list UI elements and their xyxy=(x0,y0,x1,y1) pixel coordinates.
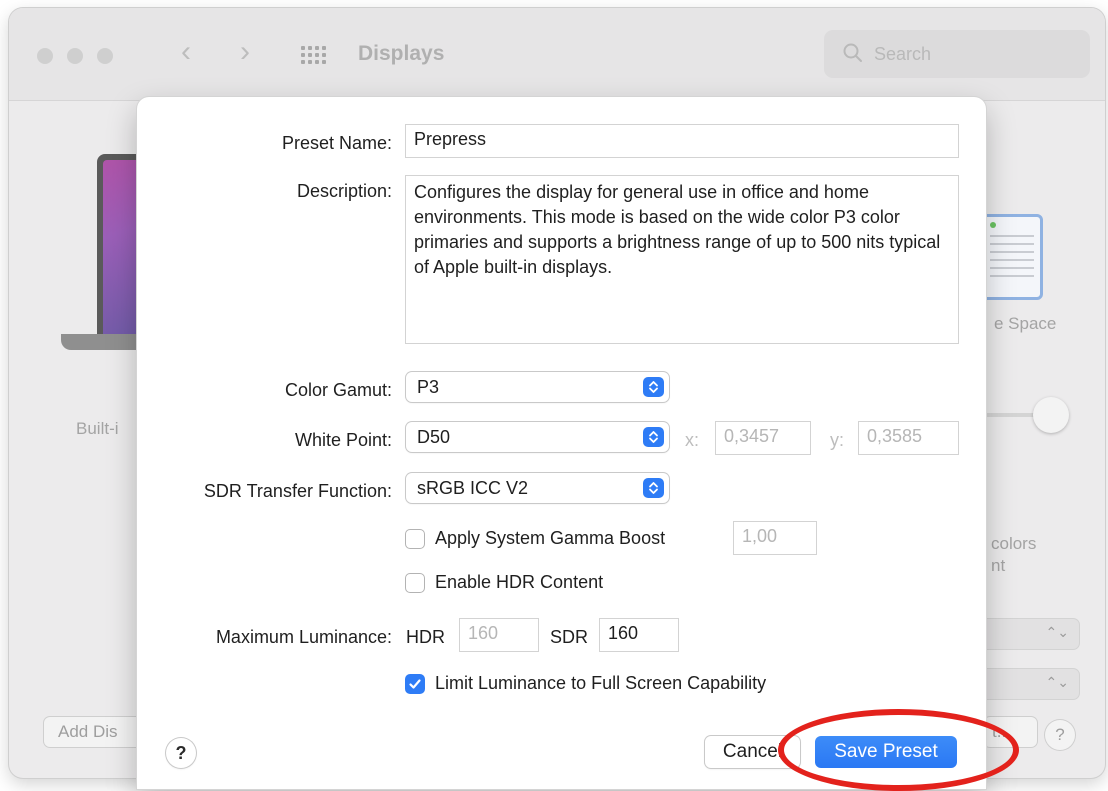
white-point-x-label: x: xyxy=(685,430,700,450)
color-gamut-value: P3 xyxy=(417,377,440,397)
search-placeholder: Search xyxy=(874,44,932,64)
hdr-label: HDR xyxy=(406,627,445,647)
color-gamut-label: Color Gamut: xyxy=(284,380,392,400)
white-point-value: D50 xyxy=(417,427,451,447)
slider-knob[interactable] xyxy=(1033,397,1069,433)
help-button[interactable]: ? xyxy=(166,738,196,768)
gamma-boost-checkbox[interactable] xyxy=(405,529,425,549)
show-all-grid-icon[interactable] xyxy=(301,46,327,64)
white-point-y-field[interactable]: 0,3585 xyxy=(859,422,958,454)
close-window-button[interactable] xyxy=(37,48,53,64)
background-help-button[interactable]: ? xyxy=(1045,720,1075,750)
max-luminance-label: Maximum Luminance: xyxy=(215,627,392,647)
back-arrow-icon[interactable]: ‹ xyxy=(181,37,191,67)
colors-label: colors xyxy=(991,534,1037,553)
space-thumbnail[interactable] xyxy=(981,214,1043,300)
sdr-transfer-label: SDR Transfer Function: xyxy=(203,481,392,501)
chevron-updown-icon: ⌃⌄ xyxy=(1045,674,1069,690)
white-point-label: White Point: xyxy=(294,430,392,450)
white-point-select[interactable]: D50 xyxy=(406,422,669,452)
chevron-updown-icon: ⌃⌄ xyxy=(1045,624,1069,640)
description-field[interactable]: Configures the display for general use i… xyxy=(406,176,958,343)
chevron-updown-icon xyxy=(643,478,664,498)
sdr-luminance-field[interactable]: 160 xyxy=(600,619,678,651)
search-icon xyxy=(843,43,862,62)
white-point-y-label: y: xyxy=(830,430,845,450)
hdr-luminance-field[interactable]: 160 xyxy=(460,619,538,651)
chevron-updown-icon xyxy=(643,427,664,447)
preset-sheet: Preset Name: Prepress Description: Confi… xyxy=(137,97,986,789)
nt-label: nt xyxy=(991,556,1006,575)
hdr-content-label: Enable HDR Content xyxy=(435,572,604,592)
hdr-content-checkbox[interactable] xyxy=(405,573,425,593)
forward-arrow-icon[interactable]: › xyxy=(240,37,250,67)
add-display-label: Add Dis xyxy=(58,722,118,741)
zoom-window-button[interactable] xyxy=(97,48,113,64)
sdr-label: SDR xyxy=(550,627,589,647)
sdr-transfer-value: sRGB ICC V2 xyxy=(417,478,529,498)
limit-luminance-checkbox[interactable] xyxy=(405,674,425,694)
cancel-button[interactable]: Cancel xyxy=(705,736,800,768)
preset-name-field[interactable]: Prepress xyxy=(406,125,958,157)
more-button-label: t... xyxy=(992,722,1011,741)
limit-luminance-label: Limit Luminance to Full Screen Capabilit… xyxy=(435,673,767,693)
background-popup-2[interactable]: ⌃⌄ xyxy=(981,669,1079,699)
chevron-updown-icon xyxy=(643,377,664,397)
description-label: Description: xyxy=(296,181,392,201)
white-point-x-field[interactable]: 0,3457 xyxy=(716,422,810,454)
minimize-window-button[interactable] xyxy=(67,48,83,64)
search-field[interactable]: Search xyxy=(824,30,1090,78)
checkmark-icon xyxy=(409,679,421,689)
sdr-transfer-select[interactable]: sRGB ICC V2 xyxy=(406,473,669,503)
preset-name-label: Preset Name: xyxy=(281,133,392,153)
save-preset-button[interactable]: Save Preset xyxy=(815,736,957,768)
gamma-boost-field[interactable]: 1,00 xyxy=(734,522,816,554)
gamma-boost-label: Apply System Gamma Boost xyxy=(435,528,666,548)
titlebar: ‹ › Displays Search xyxy=(9,8,1105,101)
background-more-button[interactable]: t... xyxy=(984,717,1037,747)
built-in-display-label: Built-i xyxy=(76,419,119,438)
background-popup-1[interactable]: ⌃⌄ xyxy=(981,619,1079,649)
space-label: e Space xyxy=(994,314,1057,333)
color-gamut-select[interactable]: P3 xyxy=(406,372,669,402)
window-title: Displays xyxy=(358,42,445,65)
